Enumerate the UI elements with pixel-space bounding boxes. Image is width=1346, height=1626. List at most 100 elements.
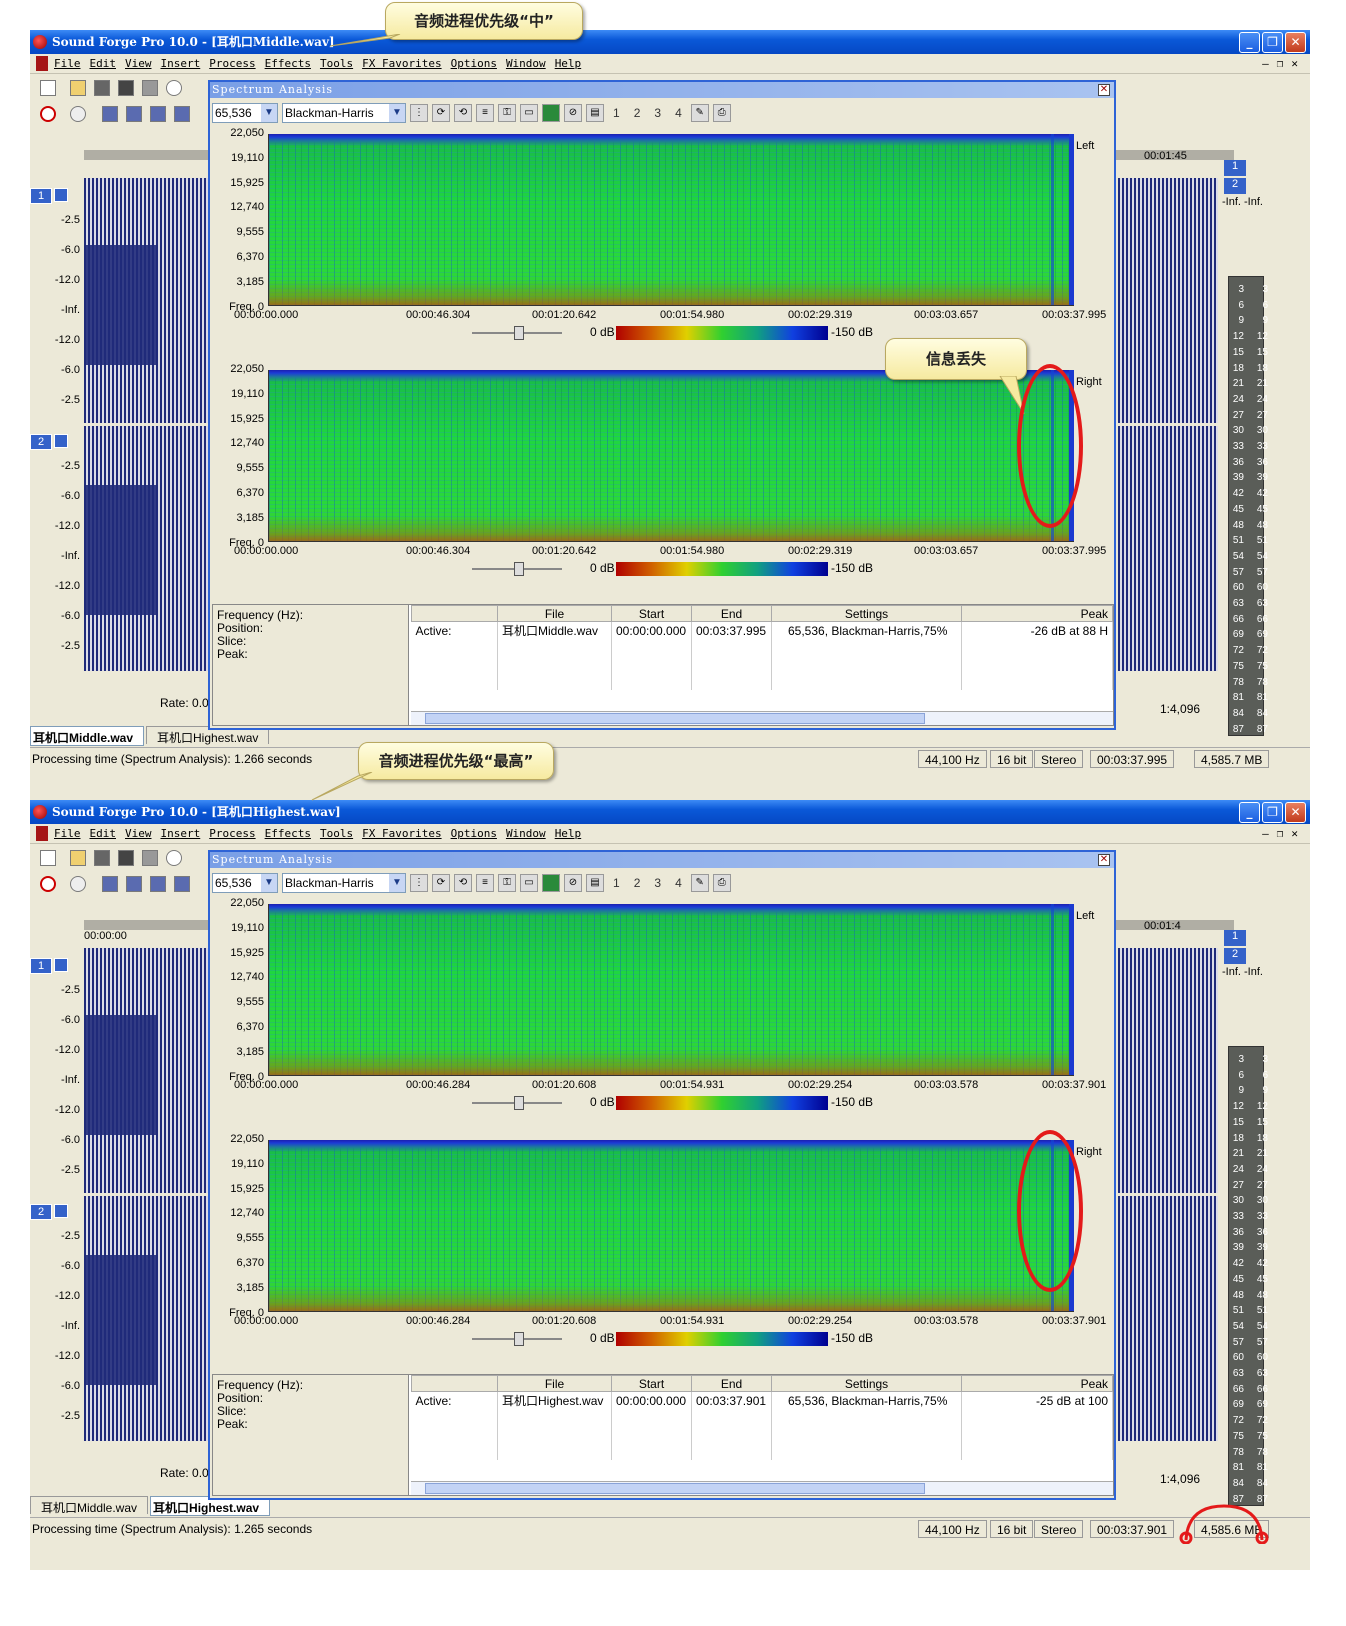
menu-effects[interactable]: Effects <box>265 824 311 843</box>
clear-icon[interactable]: ✎ <box>690 104 709 122</box>
menu-options[interactable]: Options <box>451 54 497 73</box>
play-all-icon[interactable] <box>102 106 118 122</box>
auto-update-icon[interactable]: ⟲ <box>454 874 472 892</box>
lock-icon[interactable]: ⚿ <box>498 104 516 122</box>
menu-edit[interactable]: Edit <box>90 824 117 843</box>
menu-tools[interactable]: Tools <box>320 824 353 843</box>
slice-2[interactable]: 2 <box>629 106 646 120</box>
spectrum-title[interactable]: Spectrum Analysis <box>210 82 1114 98</box>
table-row[interactable]: Active: 耳机口Middle.wav 00:00:00.000 00:03… <box>411 621 1113 639</box>
window-function-select[interactable]: Blackman-Harris ▼ <box>282 103 406 123</box>
slice-3[interactable]: 3 <box>649 106 666 120</box>
fft-size-select[interactable]: 65,536 ▼ <box>212 103 278 123</box>
close-icon[interactable]: ✕ <box>1098 84 1110 96</box>
col-end[interactable]: End <box>691 605 772 622</box>
spectrogram-left[interactable] <box>268 904 1074 1076</box>
loop-icon[interactable] <box>70 106 86 122</box>
col-end[interactable]: End <box>691 1375 772 1392</box>
slice-3[interactable]: 3 <box>649 876 666 890</box>
col-settings[interactable]: Settings <box>771 1375 962 1392</box>
window-function-select[interactable]: Blackman-Harris ▼ <box>282 873 406 893</box>
save-icon[interactable] <box>94 80 110 96</box>
menu-help[interactable]: Help <box>555 824 582 843</box>
menu-options[interactable]: Options <box>451 824 497 843</box>
channel-2-header[interactable]: 2 <box>30 1204 70 1222</box>
menu-file[interactable]: File <box>54 54 81 73</box>
save-as-icon[interactable] <box>118 850 134 866</box>
slice-4[interactable]: 4 <box>670 876 687 890</box>
record-icon[interactable] <box>40 106 56 122</box>
sonogram-icon[interactable]: ≡ <box>476 104 494 122</box>
close-button[interactable]: ✕ <box>1285 32 1306 53</box>
slice-2[interactable]: 2 <box>629 876 646 890</box>
contrast-slider-left[interactable] <box>472 1096 562 1110</box>
spectrogram-left[interactable] <box>268 134 1074 306</box>
waveform-channel-1-right[interactable] <box>1118 178 1218 423</box>
disabled-icon[interactable]: ⊘ <box>564 874 582 892</box>
render-icon[interactable] <box>142 80 158 96</box>
menu-help[interactable]: Help <box>555 54 582 73</box>
menu-edit[interactable]: Edit <box>90 54 117 73</box>
waveform-channel-2-right[interactable] <box>1118 426 1218 671</box>
contrast-slider-right[interactable] <box>472 1332 562 1346</box>
properties-icon[interactable] <box>166 80 182 96</box>
spectrum-analysis-window[interactable]: Spectrum Analysis ✕ 65,536 ▼ Blackman-Har… <box>208 80 1116 730</box>
notes-icon[interactable]: ▤ <box>586 874 604 892</box>
maximize-button[interactable]: ❐ <box>1262 32 1283 53</box>
menu-view[interactable]: View <box>125 54 152 73</box>
save-as-icon[interactable] <box>118 80 134 96</box>
close-icon[interactable]: ✕ <box>1098 854 1110 866</box>
close-button[interactable]: ✕ <box>1285 802 1306 823</box>
refresh-icon[interactable]: ⟳ <box>432 874 450 892</box>
tab-middle[interactable]: 耳机口Middle.wav <box>30 726 145 746</box>
menu-fx-favorites[interactable]: FX Favorites <box>362 824 441 843</box>
fft-size-select[interactable]: 65,536 ▼ <box>212 873 278 893</box>
slice-1[interactable]: 1 <box>608 876 625 890</box>
waveform-channel-2-right[interactable] <box>1118 1196 1218 1441</box>
color-map-icon[interactable] <box>542 104 560 122</box>
pause-icon[interactable] <box>150 106 166 122</box>
stop-icon[interactable] <box>174 876 190 892</box>
horizontal-scrollbar[interactable] <box>411 1481 1113 1495</box>
spectrogram-right[interactable] <box>268 370 1074 542</box>
menu-view[interactable]: View <box>125 824 152 843</box>
mdi-controls[interactable]: –❐✕ <box>1262 824 1306 844</box>
new-icon[interactable] <box>40 80 56 96</box>
horizontal-scrollbar[interactable] <box>411 711 1113 725</box>
graph-icon[interactable]: ▭ <box>520 874 538 892</box>
meter-channel-2[interactable]: 2 <box>1224 948 1246 964</box>
col-file[interactable]: File <box>497 605 612 622</box>
render-icon[interactable] <box>142 850 158 866</box>
print-icon[interactable]: ⎙ <box>712 874 731 892</box>
properties-icon[interactable] <box>166 850 182 866</box>
play-all-icon[interactable] <box>102 876 118 892</box>
save-icon[interactable] <box>94 850 110 866</box>
meter-channel-2[interactable]: 2 <box>1224 178 1246 194</box>
new-icon[interactable] <box>40 850 56 866</box>
open-icon[interactable] <box>70 850 86 866</box>
col-peak[interactable]: Peak <box>961 1375 1113 1392</box>
menu-insert[interactable]: Insert <box>161 824 201 843</box>
spectrogram-right[interactable] <box>268 1140 1074 1312</box>
lock-icon[interactable]: ⚿ <box>498 874 516 892</box>
stop-icon[interactable] <box>174 106 190 122</box>
col-settings[interactable]: Settings <box>771 605 962 622</box>
col-start[interactable]: Start <box>611 1375 692 1392</box>
sonogram-icon[interactable]: ≡ <box>476 874 494 892</box>
play-icon[interactable] <box>126 876 142 892</box>
settings-icon[interactable]: ⋮ <box>410 874 428 892</box>
menu-fx-favorites[interactable]: FX Favorites <box>362 54 441 73</box>
loop-icon[interactable] <box>70 876 86 892</box>
menu-window[interactable]: Window <box>506 824 546 843</box>
maximize-button[interactable]: ❐ <box>1262 802 1283 823</box>
open-icon[interactable] <box>70 80 86 96</box>
notes-icon[interactable]: ▤ <box>586 104 604 122</box>
channel-1-header[interactable]: 1 <box>30 958 70 976</box>
spectrum-title[interactable]: Spectrum Analysis <box>210 852 1114 868</box>
play-icon[interactable] <box>126 106 142 122</box>
spectrum-analysis-window[interactable]: Spectrum Analysis ✕ 65,536 ▼ Blackman-Har… <box>208 850 1116 1500</box>
contrast-slider-right[interactable] <box>472 562 562 576</box>
menu-file[interactable]: File <box>54 824 81 843</box>
meter-channel-1[interactable]: 1 <box>1224 930 1246 946</box>
menu-effects[interactable]: Effects <box>265 54 311 73</box>
